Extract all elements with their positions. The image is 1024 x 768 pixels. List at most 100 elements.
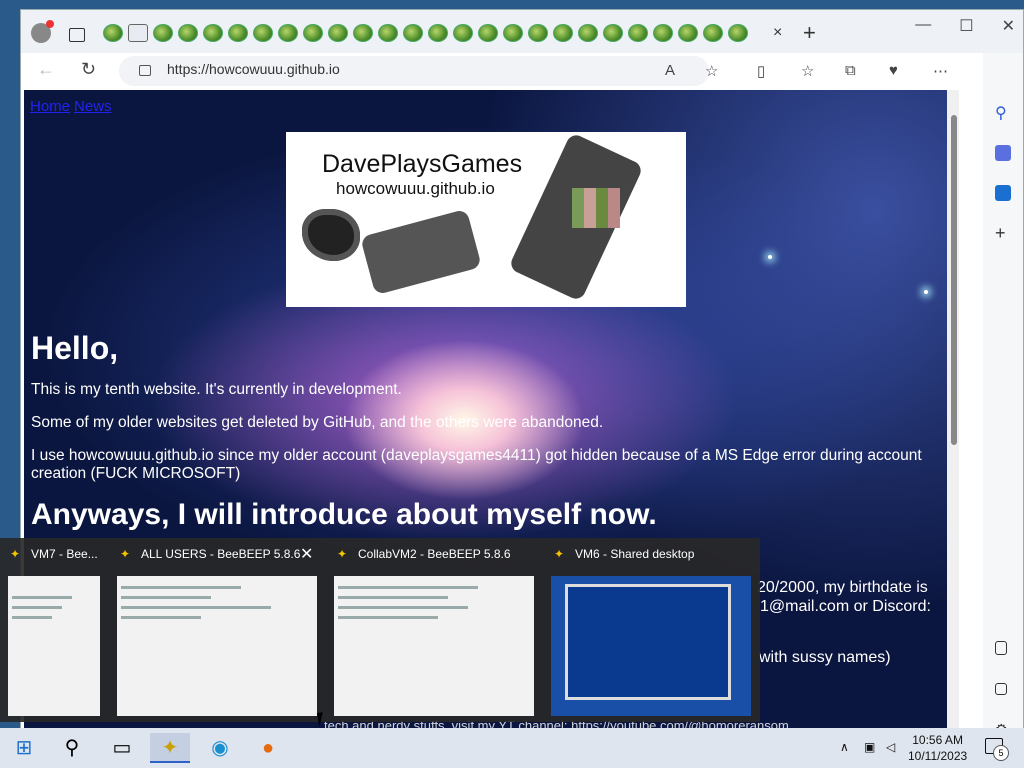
lock-icon[interactable] [139,65,151,76]
volume-muted-icon[interactable]: ◁ [886,740,895,754]
tab-strip [103,24,748,42]
window-thumbnail[interactable] [334,576,534,716]
beebeep-taskbar-icon[interactable]: ✦ [150,733,190,763]
thumbnail-title[interactable]: ALL USERS - BeeBEEP 5.8.6 [141,547,300,561]
maximize-button[interactable]: ☐ [959,16,973,36]
browser-tab[interactable] [278,24,298,42]
close-tab-icon[interactable]: × [773,24,782,42]
thumbnail-title[interactable]: VM6 - Shared desktop [575,547,694,561]
back-arrow-icon[interactable]: ← [37,59,55,80]
browser-toolbar: ← ↻ https://howcowuuu.github.io A ☆ ▯ ☆ … [21,53,1023,89]
browser-tab[interactable] [603,24,623,42]
outlook-icon[interactable] [995,185,1011,201]
copilot-icon[interactable] [995,145,1011,161]
paragraph-fragment: 20/2000, my birthdate is [757,579,928,596]
more-menu-icon[interactable]: ⋯ [933,62,948,80]
edge-taskbar-icon[interactable]: ◉ [200,733,240,763]
star-decoration [924,290,928,294]
browser-tab[interactable] [303,24,323,42]
tab-bar: × + — ☐ ✕ [21,10,1023,53]
browser-tab-active[interactable] [728,24,748,42]
paragraph: This is my tenth website. It's currently… [31,381,402,398]
notification-count-badge: 5 [993,745,1009,761]
scribble-face [302,209,360,261]
browser-tab[interactable] [578,24,598,42]
extensions-icon[interactable]: ♥ [889,62,898,79]
hide-sidebar-icon[interactable] [995,641,1007,655]
browser-tab[interactable] [528,24,548,42]
browser-tab[interactable] [378,24,398,42]
external-link-icon[interactable] [995,683,1007,695]
browser-tab[interactable] [203,24,223,42]
thumbnail-title[interactable]: VM7 - Bee... [31,547,98,561]
beebeep-app-icon: ✦ [554,547,565,561]
search-icon[interactable]: ⚲ [995,103,1011,122]
window-thumbnail[interactable] [117,576,317,716]
pixelated-face [572,188,620,228]
browser-tab[interactable] [503,24,523,42]
window-thumbnail[interactable] [551,576,751,716]
favorite-star-icon[interactable]: ☆ [705,62,718,80]
falling-person-figure [360,208,482,296]
browser-tab[interactable] [553,24,573,42]
nav-link-news[interactable]: News [74,98,112,115]
read-aloud-icon[interactable]: A [665,62,675,79]
banner-subtitle: howcowuuu.github.io [336,179,495,198]
paragraph: I use howcowuuu.github.io since my older… [31,447,922,482]
banner-title: DavePlaysGames [322,150,523,178]
browser-tab[interactable] [478,24,498,42]
beebeep-app-icon: ✦ [337,547,348,561]
beebeep-app-icon: ✦ [120,547,131,561]
minimize-button[interactable]: — [915,16,931,36]
search-icon[interactable]: ⚲ [52,733,92,763]
browser-tab[interactable] [678,24,698,42]
window-controls: — ☐ ✕ [915,16,1015,36]
paragraph-fragment: with sussy names) [759,649,891,666]
mouse-cursor [316,711,332,727]
browser-tab[interactable] [353,24,373,42]
browser-tab[interactable] [328,24,348,42]
browser-tab[interactable] [703,24,723,42]
star-decoration [768,255,772,259]
system-clock[interactable]: 10:56 AM 10/11/2023 [908,732,967,764]
browser-tab[interactable] [253,24,273,42]
section-heading: Anyways, I will introduce about myself n… [31,498,657,531]
start-windows-icon[interactable]: ⊞ [4,733,44,763]
profile-avatar[interactable] [31,20,54,43]
file-explorer-icon[interactable]: ▭ [102,733,142,763]
browser-tab[interactable] [228,24,248,42]
split-screen-icon[interactable]: ▯ [757,62,765,80]
browser-tab[interactable] [403,24,423,42]
paragraph-fragment: 1@mail.com or Discord: [760,598,931,615]
browser-tab[interactable] [453,24,473,42]
taskbar-thumbnail-popup: ✦ VM7 - Bee... ✦ ALL USERS - BeeBEEP 5.8… [0,538,760,722]
edge-sidebar: ⚲ + ⚙ [983,53,1023,737]
thumbnail-title[interactable]: CollabVM2 - BeeBEEP 5.8.6 [358,547,511,561]
clock-time: 10:56 AM [912,733,963,747]
network-icon[interactable]: ▣ [864,740,875,754]
scrollbar-thumb[interactable] [951,115,957,445]
new-tab-button[interactable]: + [803,20,816,46]
browser-tab[interactable] [153,24,173,42]
paragraph: Some of my older websites get deleted by… [31,414,604,431]
collections-icon[interactable]: ⧉ [845,62,856,79]
refresh-icon[interactable]: ↻ [81,59,96,80]
close-thumbnail-button[interactable]: ✕ [300,544,313,564]
tab-actions-icon[interactable] [69,28,85,42]
browser-tab[interactable] [428,24,448,42]
browser-tab[interactable] [103,24,123,42]
url-text[interactable]: https://howcowuuu.github.io [167,61,340,77]
show-hidden-icons-chevron-icon[interactable]: ∧ [840,740,849,754]
close-window-button[interactable]: ✕ [1002,16,1015,36]
browser-tab[interactable] [178,24,198,42]
add-sidebar-icon[interactable]: + [995,224,1011,242]
firefox-taskbar-icon[interactable]: ● [248,733,288,763]
browser-tab[interactable] [653,24,673,42]
browser-tab[interactable] [628,24,648,42]
nav-link-home[interactable]: Home [30,98,70,115]
favorites-icon[interactable]: ☆ [801,62,814,80]
page-content: Hello, This is my tenth website. It's cu… [31,330,931,532]
browser-tab[interactable] [128,24,148,42]
window-thumbnail[interactable] [8,576,100,716]
clock-date: 10/11/2023 [908,749,968,763]
